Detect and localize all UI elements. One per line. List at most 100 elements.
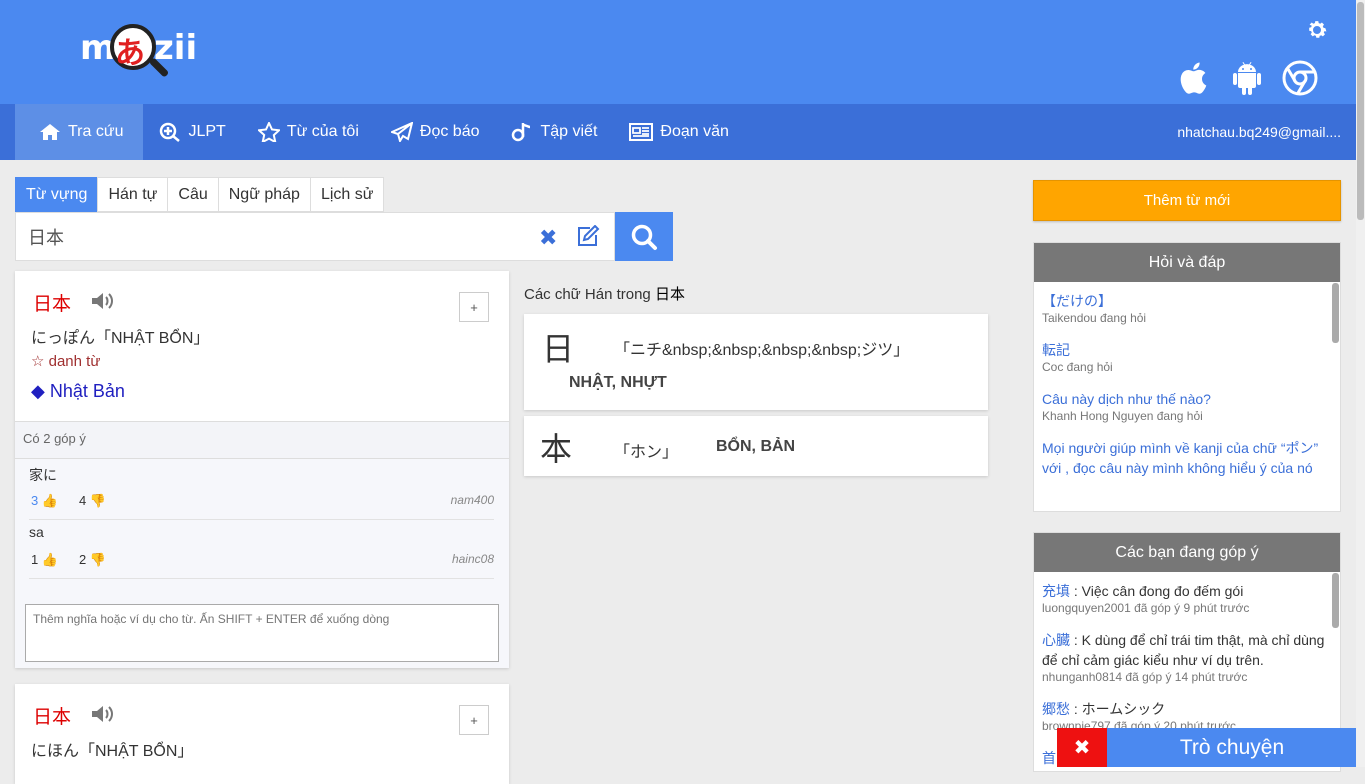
tab-tu-vung[interactable]: Từ vựng [15, 177, 99, 212]
nav-label: Từ của tôi [286, 123, 359, 140]
speaker-icon[interactable] [91, 704, 115, 729]
word-card: 日本 + にほん「NHẬT BỔN」 [15, 684, 509, 784]
downvote-button[interactable]: 2 👎 [79, 552, 106, 568]
kanji-hanviet: NHẬT, NHỰT [569, 374, 667, 391]
qa-question: 【だけの】 [1042, 293, 1112, 309]
qa-item[interactable]: Mọi người giúp mình về kanji của chữ “ポン… [1042, 438, 1327, 478]
gopy-item: sa 1 👍 2 👎 hainc08 [29, 520, 494, 579]
kanji-title-prefix: Các chữ Hán trong [524, 286, 651, 303]
contrib-title: Các bạn đang góp ý [1034, 533, 1340, 572]
logo-text-right: zii [154, 28, 198, 68]
contrib-word[interactable]: 心臓 [1042, 632, 1070, 648]
handwrite-icon[interactable] [576, 224, 600, 252]
page-scrollbar-thumb[interactable] [1357, 2, 1364, 220]
qa-item[interactable]: 【だけの】 Taikendou đang hỏi [1042, 291, 1327, 325]
nav-item-jlpt[interactable]: JLPT [143, 104, 241, 160]
nav-label: Tra cứu [68, 123, 124, 140]
kanji-card[interactable]: 本 「ホン」 BỔN, BẢN [524, 416, 988, 476]
user-email[interactable]: nhatchau.bq249@gmail.... [1177, 104, 1341, 160]
word-meaning: ◆ Nhật Bản [31, 381, 125, 401]
nav-item-doan-van[interactable]: Đoạn văn [613, 104, 745, 160]
qa-question: 転記 [1042, 342, 1070, 358]
kanji-char: 日 [542, 330, 575, 368]
qa-question: Mọi người giúp mình về kanji của chữ “ポン… [1042, 440, 1319, 476]
add-new-word-button[interactable]: Thêm từ mới [1033, 180, 1341, 221]
qa-question: Câu này dịch như thế nào? [1042, 391, 1211, 407]
word-type: ☆ danh từ [31, 353, 101, 370]
nav-item-doc-bao[interactable]: Đọc báo [375, 104, 496, 160]
upvote-count: 1 [31, 552, 39, 567]
upvote-button[interactable]: 3 👍 [31, 493, 58, 509]
thumbs-up-icon: 👍 [41, 493, 59, 508]
word-reading: にほん「NHẬT BỔN」 [31, 743, 194, 760]
chrome-icon[interactable] [1282, 60, 1318, 96]
thumbs-up-icon: 👍 [41, 552, 59, 567]
search-tabs: Từ vựng Hán tự Câu Ngữ pháp Lịch sử [15, 177, 385, 212]
kanji-onyomi: 「ホン」 [614, 444, 679, 461]
upvote-count: 3 [31, 493, 39, 508]
kanji-card[interactable]: 日 「ニチ&nbsp;&nbsp;&nbsp;&nbsp;ジツ」 NHẬT, N… [524, 314, 988, 410]
tab-cau[interactable]: Câu [167, 177, 219, 212]
thumbs-down-icon: 👎 [89, 493, 107, 508]
apple-icon[interactable] [1178, 60, 1212, 96]
speaker-icon[interactable] [91, 291, 115, 316]
page-scrollbar[interactable] [1356, 0, 1365, 767]
word-heading[interactable]: 日本 [33, 702, 71, 729]
qa-panel: Hỏi và đáp 【だけの】 Taikendou đang hỏi 転記 C… [1033, 242, 1341, 512]
contrib-scrollbar[interactable] [1332, 573, 1339, 628]
gopy-input[interactable] [25, 604, 499, 662]
paper-plane-icon [390, 122, 413, 142]
qa-asker: Khanh Hong Nguyen đang hỏi [1042, 409, 1203, 423]
kanji-section-title: Các chữ Hán trong 日本 [524, 283, 685, 304]
nav-label: JLPT [188, 123, 226, 140]
downvote-count: 2 [79, 552, 87, 567]
contrib-text: : K dùng để chỉ trái tim thật, mà chỉ dù… [1042, 632, 1325, 668]
store-icons [1178, 60, 1318, 96]
gopy-text: 家に [29, 467, 57, 483]
downvote-count: 4 [79, 493, 87, 508]
contrib-who: nhunganh0814 đã góp ý 14 phút trước [1042, 670, 1248, 684]
contrib-word[interactable]: 首 [1042, 750, 1056, 766]
search-button[interactable] [615, 212, 673, 261]
main-nav: Tra cứu JLPT Từ của tôi Đọc báo Tập viết… [0, 104, 1365, 160]
tab-han-tu[interactable]: Hán tự [97, 177, 169, 212]
gopy-count: Có 2 góp ý [15, 421, 509, 459]
qa-asker: Coc đang hỏi [1042, 360, 1113, 374]
qa-scrollbar[interactable] [1332, 283, 1339, 343]
contrib-text: : Việc cân đong đo đếm gói [1070, 583, 1244, 599]
kanji-title-word: 日本 [654, 286, 685, 303]
nav-item-tra-cuu[interactable]: Tra cứu [15, 104, 144, 160]
add-to-list-button[interactable]: + [459, 292, 489, 322]
qa-item[interactable]: Câu này dịch như thế nào? Khanh Hong Ngu… [1042, 389, 1327, 423]
android-icon[interactable] [1230, 60, 1264, 96]
contrib-item[interactable]: 充填 : Việc cân đong đo đếm gói luongquyen… [1042, 581, 1330, 615]
search-icon [631, 224, 657, 250]
gopy-list: 家に 3 👍 4 👎 nam400 sa 1 👍 2 👎 hainc08 [15, 459, 509, 668]
gopy-user[interactable]: hainc08 [452, 552, 494, 566]
add-to-list-button[interactable]: + [459, 705, 489, 735]
search-input[interactable] [28, 223, 508, 251]
chat-close-icon[interactable]: ✖ [1057, 728, 1107, 767]
qa-item[interactable]: 転記 Coc đang hỏi [1042, 340, 1327, 374]
gopy-user[interactable]: nam400 [451, 493, 494, 507]
contrib-word[interactable]: 郷愁 [1042, 701, 1070, 717]
chat-widget[interactable]: ✖ Trò chuyện [1057, 728, 1357, 767]
nav-item-tap-viet[interactable]: Tập viết [495, 104, 613, 160]
qa-title: Hỏi và đáp [1034, 243, 1340, 282]
upvote-button[interactable]: 1 👍 [31, 552, 58, 568]
chat-label[interactable]: Trò chuyện [1107, 728, 1357, 767]
contrib-who: luongquyen2001 đã góp ý 9 phút trước [1042, 601, 1250, 615]
downvote-button[interactable]: 4 👎 [79, 493, 106, 509]
tab-ngu-phap[interactable]: Ngữ pháp [217, 177, 311, 212]
kanji-char: 本 [540, 430, 573, 468]
clear-icon[interactable]: ✖ [539, 225, 557, 251]
contrib-item[interactable]: 心臓 : K dùng để chỉ trái tim thật, mà chỉ… [1042, 630, 1330, 684]
mazii-logo[interactable]: m あ zii [80, 24, 210, 88]
thumbs-down-icon: 👎 [89, 552, 107, 567]
nav-item-tu-cua-toi[interactable]: Từ của tôi [242, 104, 375, 160]
tab-lich-su[interactable]: Lịch sử [309, 177, 385, 212]
word-card: 日本 + にっぽん「NHẬT BỔN」 ☆ danh từ ◆ Nhật Bản… [15, 271, 509, 668]
gear-icon[interactable] [1305, 18, 1329, 42]
word-heading[interactable]: 日本 [33, 289, 71, 316]
contrib-word[interactable]: 充填 [1042, 583, 1070, 599]
